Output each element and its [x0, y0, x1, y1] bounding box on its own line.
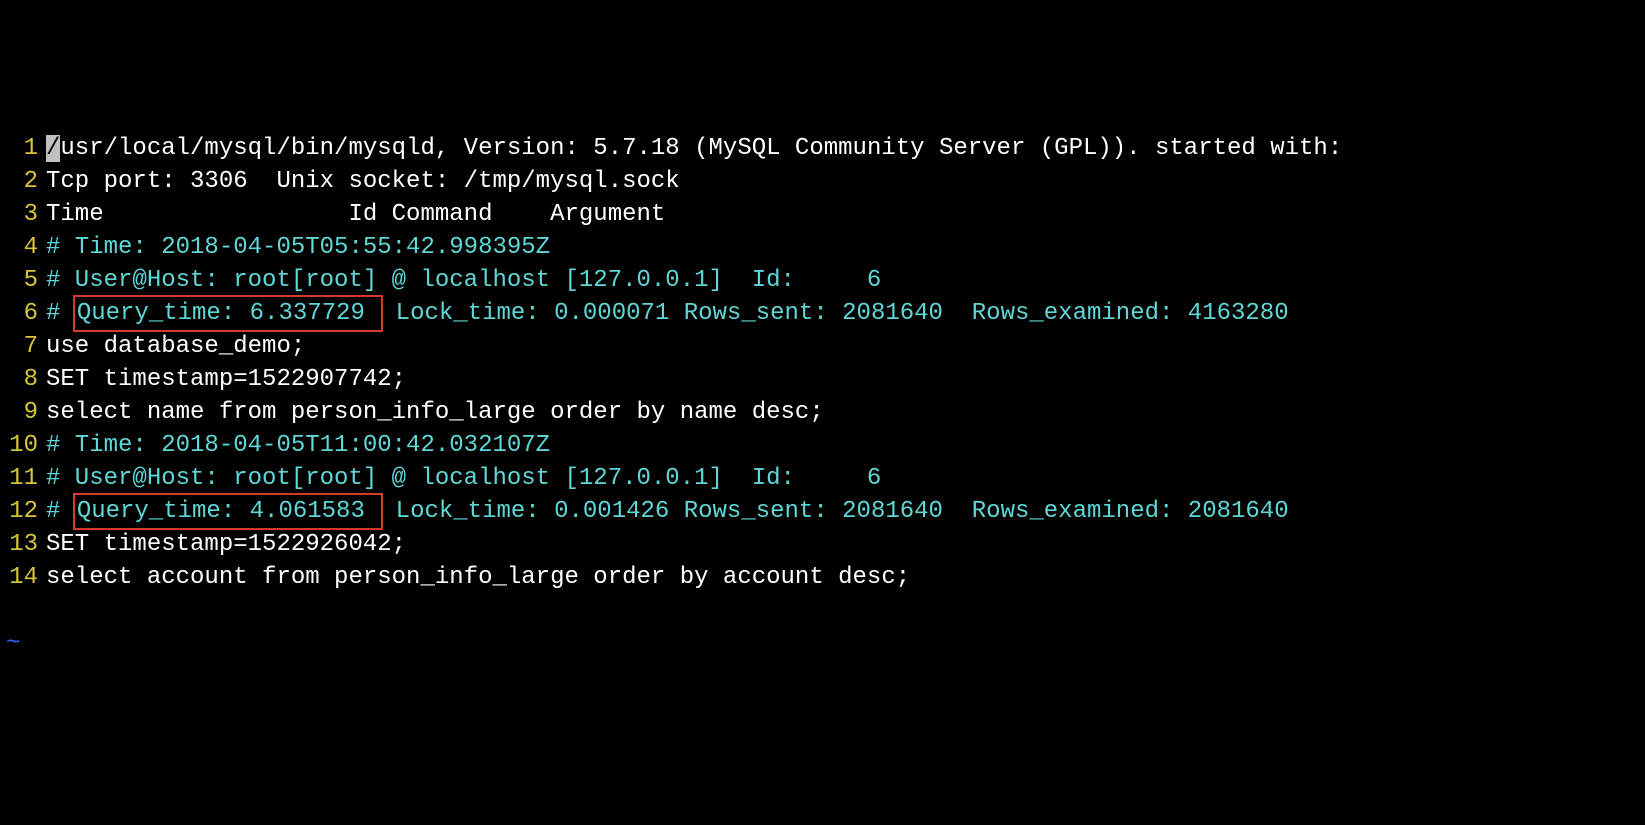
line-content: # Time: 2018-04-05T11:00:42.032107Z: [46, 429, 1645, 462]
text-segment: Time Id Command Argument: [46, 201, 665, 228]
text-segment: Lock_time: 0.000071 Rows_sent: 2081640 R…: [381, 300, 1288, 327]
text-segment: # Time: 2018-04-05T11:00:42.032107Z: [46, 432, 550, 459]
line-number: 4: [0, 231, 46, 264]
line-content: use database_demo;: [46, 330, 1645, 363]
text-segment: Lock_time: 0.001426 Rows_sent: 2081640 R…: [381, 498, 1288, 525]
line-number: 6: [0, 297, 46, 330]
text-segment: SET timestamp=1522926042;: [46, 531, 406, 558]
line-number: 14: [0, 561, 46, 594]
line-content: # Time: 2018-04-05T05:55:42.998395Z: [46, 231, 1645, 264]
line-number: 7: [0, 330, 46, 363]
code-line: 14select account from person_info_large …: [0, 561, 1645, 594]
text-segment: Tcp port: 3306 Unix socket: /tmp/mysql.s…: [46, 168, 680, 195]
code-line: 6# Query_time: 6.337729 Lock_time: 0.000…: [0, 297, 1645, 330]
line-content: select account from person_info_large or…: [46, 561, 1645, 594]
line-content: SET timestamp=1522907742;: [46, 363, 1645, 396]
line-number: 9: [0, 396, 46, 429]
text-segment: # User@Host: root[root] @ localhost [127…: [46, 267, 881, 294]
text-segment: use database_demo;: [46, 333, 305, 360]
line-number: 12: [0, 495, 46, 528]
line-number: 11: [0, 462, 46, 495]
code-line: 2Tcp port: 3306 Unix socket: /tmp/mysql.…: [0, 165, 1645, 198]
line-content: # User@Host: root[root] @ localhost [127…: [46, 264, 1645, 297]
text-segment: /: [46, 135, 60, 162]
text-segment: SET timestamp=1522907742;: [46, 366, 406, 393]
line-number: 3: [0, 198, 46, 231]
code-line: 12# Query_time: 4.061583 Lock_time: 0.00…: [0, 495, 1645, 528]
code-line: 4# Time: 2018-04-05T05:55:42.998395Z: [0, 231, 1645, 264]
vim-tilde: ~: [0, 627, 1645, 660]
code-line: 8SET timestamp=1522907742;: [0, 363, 1645, 396]
line-number: 13: [0, 528, 46, 561]
line-content: Tcp port: 3306 Unix socket: /tmp/mysql.s…: [46, 165, 1645, 198]
code-line: 5# User@Host: root[root] @ localhost [12…: [0, 264, 1645, 297]
text-segment: select name from person_info_large order…: [46, 399, 824, 426]
code-line: 3Time Id Command Argument: [0, 198, 1645, 231]
line-content: Time Id Command Argument: [46, 198, 1645, 231]
line-number: 2: [0, 165, 46, 198]
line-content: # User@Host: root[root] @ localhost [127…: [46, 462, 1645, 495]
code-line: 10# Time: 2018-04-05T11:00:42.032107Z: [0, 429, 1645, 462]
text-segment: Query_time: 6.337729: [73, 295, 383, 332]
code-line: 9select name from person_info_large orde…: [0, 396, 1645, 429]
line-content: /usr/local/mysql/bin/mysqld, Version: 5.…: [46, 132, 1645, 165]
code-line: 11# User@Host: root[root] @ localhost [1…: [0, 462, 1645, 495]
line-content: # Query_time: 6.337729 Lock_time: 0.0000…: [46, 297, 1645, 330]
line-number: 5: [0, 264, 46, 297]
line-number: 10: [0, 429, 46, 462]
text-segment: usr/local/mysql/bin/mysqld, Version: 5.7…: [60, 135, 1342, 162]
text-segment: # User@Host: root[root] @ localhost [127…: [46, 465, 881, 492]
line-number: 8: [0, 363, 46, 396]
code-line: 1/usr/local/mysql/bin/mysqld, Version: 5…: [0, 132, 1645, 165]
text-segment: #: [46, 498, 75, 525]
code-line: 13SET timestamp=1522926042;: [0, 528, 1645, 561]
text-segment: Query_time: 4.061583: [73, 493, 383, 530]
text-segment: # Time: 2018-04-05T05:55:42.998395Z: [46, 234, 550, 261]
line-content: SET timestamp=1522926042;: [46, 528, 1645, 561]
line-content: # Query_time: 4.061583 Lock_time: 0.0014…: [46, 495, 1645, 528]
line-number: 1: [0, 132, 46, 165]
text-segment: select account from person_info_large or…: [46, 564, 910, 591]
code-line: 7use database_demo;: [0, 330, 1645, 363]
text-segment: #: [46, 300, 75, 327]
line-content: select name from person_info_large order…: [46, 396, 1645, 429]
terminal-editor[interactable]: 1/usr/local/mysql/bin/mysqld, Version: 5…: [0, 132, 1645, 594]
